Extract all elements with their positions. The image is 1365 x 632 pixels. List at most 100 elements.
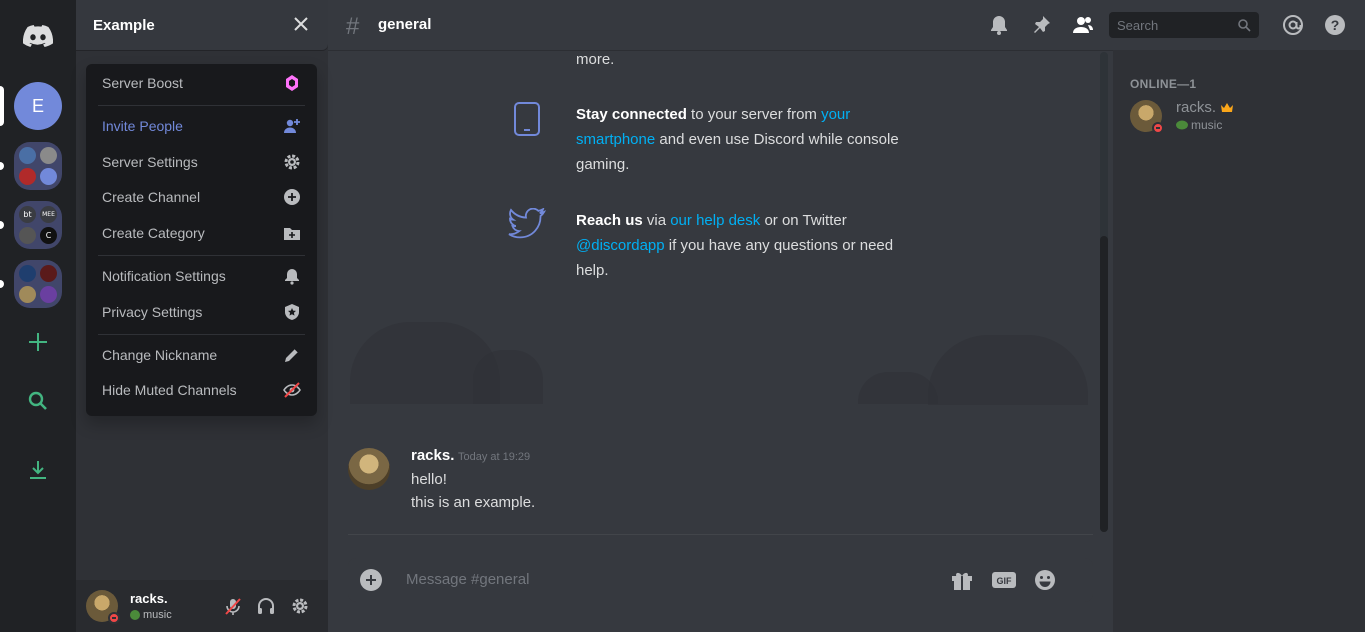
user-settings-gear-icon[interactable] (290, 596, 310, 616)
svg-text:?: ? (1331, 17, 1340, 33)
member-status: music (1176, 118, 1222, 132)
menu-item-label: Privacy Settings (102, 304, 203, 320)
server-icon-bt: bt (19, 206, 36, 223)
menu-item-privacy-settings[interactable]: Privacy Settings (94, 296, 309, 328)
menu-item-label: Create Category (102, 225, 205, 241)
server-icon (40, 265, 57, 282)
dnd-status-icon (108, 612, 120, 624)
server-icon (19, 168, 36, 185)
smartphone-link[interactable]: your (821, 106, 850, 123)
member-list-icon[interactable] (1072, 14, 1094, 36)
unread-indicator (0, 162, 4, 170)
discord-home-icon[interactable] (16, 14, 60, 58)
gif-label: GIF (997, 576, 1013, 586)
menu-item-label: Notification Settings (102, 268, 226, 284)
welcome-text: help. (576, 262, 609, 279)
menu-item-server-boost[interactable]: Server Boost (94, 67, 309, 99)
download-apps-icon[interactable] (14, 446, 62, 494)
search-placeholder: Search (1117, 17, 1159, 33)
scrollbar-thumb[interactable] (1100, 236, 1108, 532)
channel-header: # general Search ? (328, 0, 1365, 50)
message-avatar[interactable] (348, 448, 390, 490)
server-folder-2[interactable]: bt MEE C (14, 201, 62, 249)
menu-item-label: Server Settings (102, 154, 198, 170)
add-person-icon (284, 119, 300, 133)
menu-item-hide-muted-channels[interactable]: Hide Muted Channels (94, 374, 309, 406)
decorative-wumpus (928, 335, 1088, 405)
menu-item-create-category[interactable]: Create Category (94, 217, 309, 249)
welcome-bold: Stay connected (576, 106, 687, 123)
server-icon-mee: MEE (40, 206, 57, 223)
welcome-text: via (642, 212, 671, 229)
menu-item-label: Hide Muted Channels (102, 382, 237, 398)
unread-indicator (0, 280, 4, 288)
server-example[interactable]: E (14, 82, 62, 130)
explore-servers-icon[interactable] (14, 377, 62, 425)
attach-plus-icon[interactable] (360, 569, 382, 591)
menu-item-invite-people[interactable]: Invite People (94, 110, 309, 142)
gear-icon (284, 154, 300, 170)
gif-picker-icon[interactable]: GIF (992, 569, 1016, 591)
message-text: this is an example. (411, 494, 536, 511)
dnd-status-icon (1152, 122, 1164, 134)
server-folder-3[interactable] (14, 260, 62, 308)
welcome-text: gaming. (576, 156, 630, 173)
twitter-handle-link[interactable]: @discordapp (576, 237, 665, 254)
pinned-messages-icon[interactable] (1030, 14, 1052, 36)
server-icon (40, 147, 57, 164)
add-server-icon[interactable] (14, 318, 62, 366)
welcome-text: to your server from (686, 106, 822, 123)
server-icon (19, 227, 36, 244)
menu-item-notification-settings[interactable]: Notification Settings (94, 260, 309, 292)
welcome-stay-connected: Stay connected to your server from your … (576, 102, 936, 177)
pencil-icon (285, 348, 299, 362)
menu-item-create-channel[interactable]: Create Channel (94, 181, 309, 213)
server-dropdown-menu: Server Boost Invite People Server Settin… (86, 64, 317, 416)
emoji-picker-icon[interactable] (1033, 569, 1057, 591)
server-initial: E (31, 95, 44, 116)
mentions-icon[interactable] (1282, 14, 1304, 36)
search-icon (1238, 19, 1251, 32)
decorative-wumpus (858, 372, 938, 404)
username: racks. (130, 591, 168, 606)
server-folder-1[interactable] (14, 142, 62, 190)
welcome-text: and even use Discord while console (655, 131, 899, 148)
menu-item-server-settings[interactable]: Server Settings (94, 146, 309, 178)
shield-icon (285, 304, 299, 320)
server-rail: E bt MEE C (0, 0, 76, 632)
microphone-muted-icon[interactable] (223, 596, 243, 616)
pepe-emoji-icon (1176, 120, 1188, 130)
message-input-placeholder: Message #general (406, 571, 530, 588)
decorative-wumpus (473, 350, 543, 404)
guild-header[interactable]: Example (76, 0, 328, 50)
server-icon (40, 168, 57, 185)
plus-circle-icon (284, 189, 300, 205)
user-panel: racks. music (76, 580, 328, 632)
help-icon[interactable]: ? (1324, 14, 1346, 36)
welcome-text: if you have any questions or need (664, 237, 894, 254)
welcome-reach-us: Reach us via our help desk or on Twitter… (576, 208, 936, 283)
gift-icon[interactable] (950, 569, 974, 591)
message-author[interactable]: racks. (411, 447, 454, 464)
server-name: Example (93, 16, 155, 34)
help-desk-link[interactable]: our help desk (670, 212, 760, 229)
notification-bell-icon[interactable] (988, 14, 1010, 36)
chat-area: more. Stay connected to your server from… (328, 50, 1113, 632)
search-input[interactable]: Search (1109, 12, 1259, 38)
menu-item-change-nickname[interactable]: Change Nickname (94, 339, 309, 371)
close-icon[interactable] (292, 15, 310, 33)
folder-plus-icon (284, 228, 300, 240)
user-status: music (130, 609, 172, 621)
server-icon (19, 265, 36, 282)
menu-divider (98, 334, 305, 335)
message-composer[interactable]: Message #general GIF (348, 558, 1093, 602)
member-name: racks. (1176, 99, 1217, 116)
member-item[interactable]: racks. (1176, 99, 1234, 116)
smartphone-link[interactable]: smartphone (576, 131, 655, 148)
welcome-text: or on Twitter (760, 212, 847, 229)
headphones-icon[interactable] (256, 596, 276, 616)
muted-eye-icon (283, 382, 301, 398)
member-list: ONLINE—1 racks. music (1113, 50, 1365, 632)
menu-divider (98, 255, 305, 256)
welcome-bold: Reach us (576, 212, 643, 229)
